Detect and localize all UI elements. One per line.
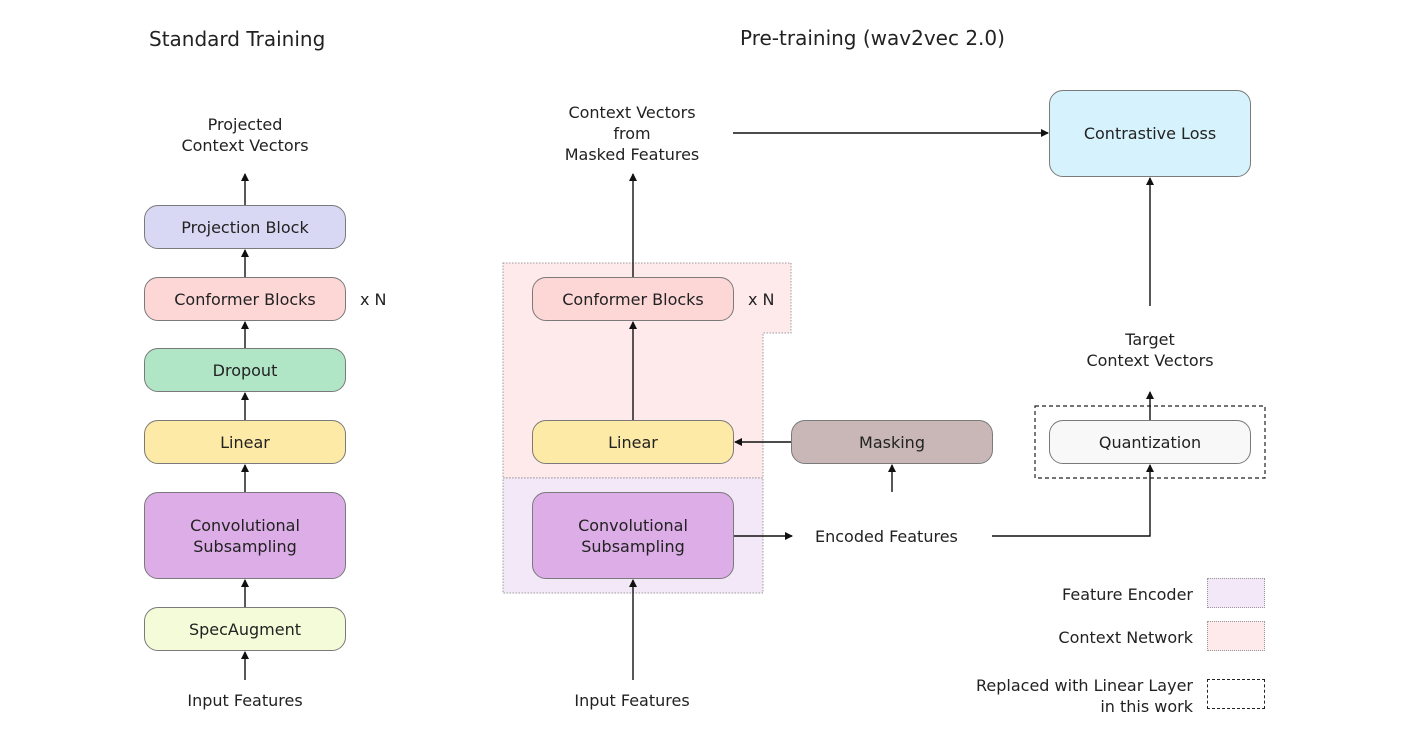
arrow-encoded-to-quantization — [992, 464, 1154, 537]
connector-layer — [241, 129, 1154, 680]
